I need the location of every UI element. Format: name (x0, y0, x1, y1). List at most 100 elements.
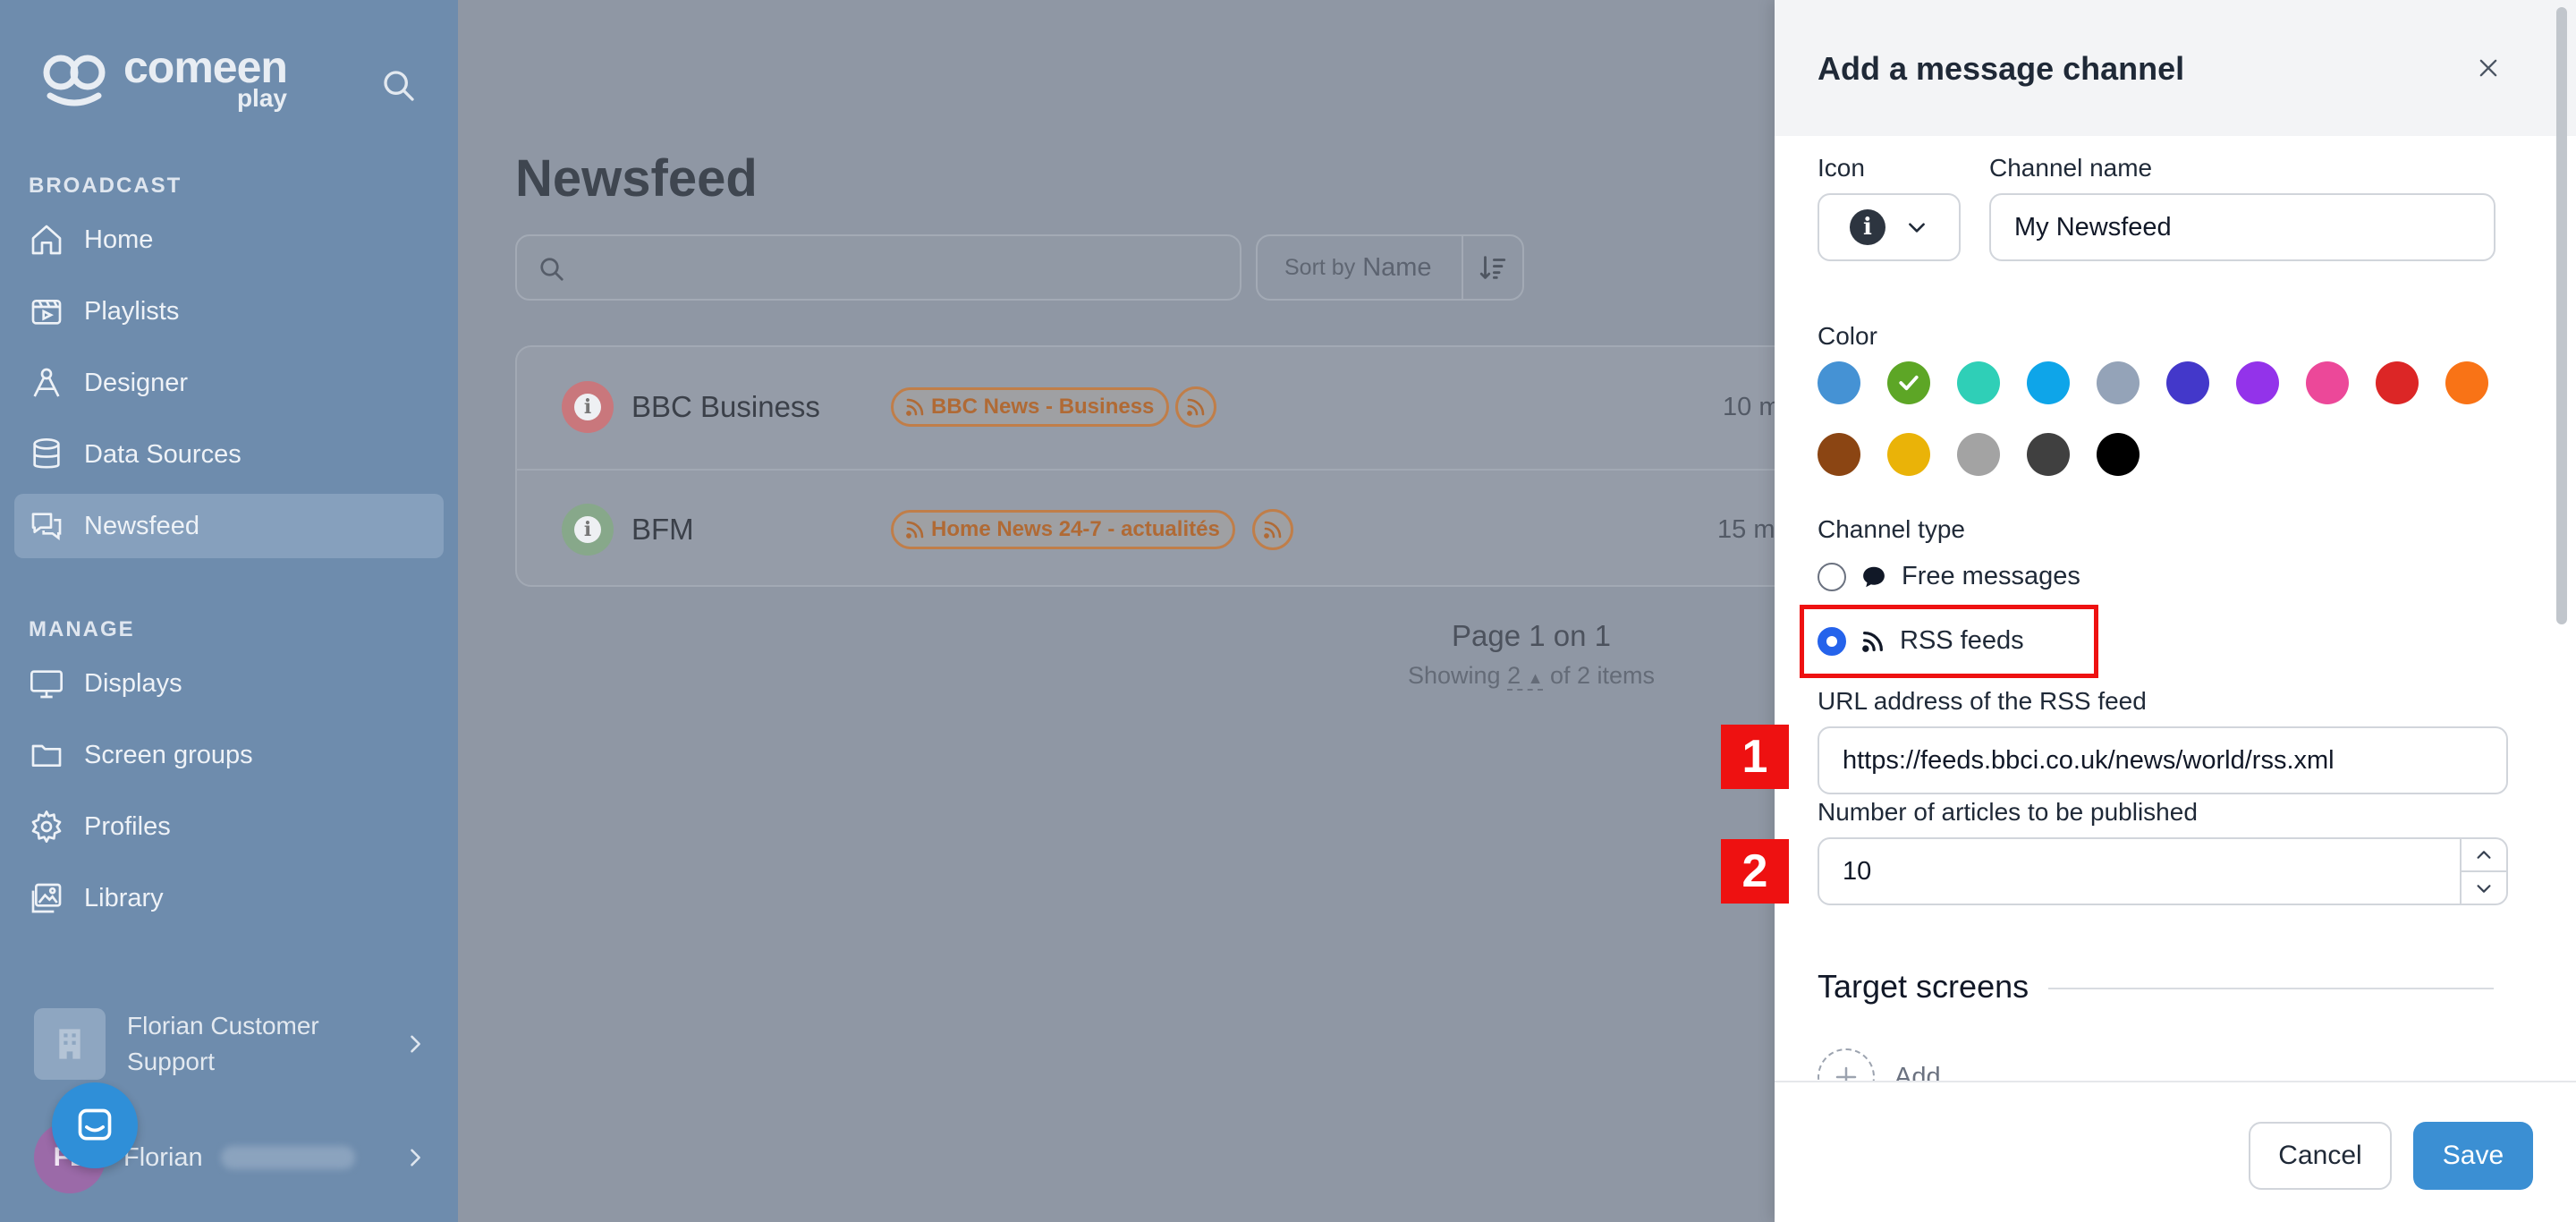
color-swatch[interactable] (2445, 361, 2488, 404)
newsfeed-icon (31, 513, 62, 540)
search-icon (540, 258, 564, 281)
gear-icon (31, 810, 62, 843)
color-palette (1818, 361, 2515, 476)
target-screens-title: Target screens (1818, 968, 2049, 1006)
color-swatch[interactable] (1818, 361, 1860, 404)
database-icon (33, 438, 60, 469)
rss-tag[interactable]: BBC News - Business (891, 387, 1170, 427)
channel-type-label: Channel type (1818, 515, 1966, 543)
icon-select[interactable]: i (1818, 193, 1961, 261)
sort-direction-button[interactable] (1462, 236, 1522, 299)
color-swatch[interactable] (2027, 361, 2070, 404)
support-chat-button[interactable] (52, 1082, 138, 1168)
sidebar-item-label: Screen groups (84, 740, 253, 769)
save-button[interactable]: Save (2413, 1122, 2533, 1190)
decrement-button[interactable] (2462, 870, 2506, 904)
home-icon (31, 225, 62, 255)
rss-tag-label: Home News 24-7 - actualités (931, 517, 1220, 541)
speech-bubble-icon (1863, 566, 1885, 587)
drawer-title: Add a message channel (1818, 50, 2185, 87)
articles-count-input[interactable]: 10 (1818, 837, 2508, 905)
drawer-scrollbar[interactable] (2556, 7, 2567, 624)
rss-source-badge (1175, 386, 1216, 428)
sidebar-item-profiles[interactable]: Profiles (14, 794, 444, 859)
rss-tag[interactable]: Home News 24-7 - actualités (891, 510, 1235, 549)
sort-by-label: Sort by (1284, 254, 1356, 280)
row-time: 10 m (1723, 392, 1781, 421)
color-swatch[interactable] (2376, 361, 2419, 404)
comeen-logo[interactable]: comeen play (43, 42, 288, 112)
items-count: Showing 2 ▲ of 2 items (1227, 662, 1835, 691)
rss-icon (1862, 631, 1883, 652)
sidebar-item-designer[interactable]: Designer (14, 351, 444, 415)
checkmark-icon (1899, 375, 1919, 391)
cancel-button[interactable]: Cancel (2249, 1122, 2392, 1190)
sidebar-item-label: Playlists (84, 296, 180, 326)
quantity-stepper (2460, 839, 2506, 904)
color-swatch[interactable] (1887, 433, 1930, 476)
chevron-down-icon (2477, 884, 2491, 893)
playlist-icon (31, 300, 62, 325)
add-channel-drawer: Add a message channel Icon Channel name … (1775, 0, 2576, 1222)
annotation-marker-2: 2 (1721, 839, 1789, 904)
sidebar-item-label: Displays (84, 668, 182, 698)
items-count-suffix: of 2 items (1549, 662, 1656, 689)
caret-up-icon: ▲ (1527, 669, 1544, 687)
sidebar-item-screen-groups[interactable]: Screen groups (14, 723, 444, 787)
rss-icon (906, 398, 924, 416)
search-icon[interactable] (381, 68, 417, 104)
color-swatch[interactable] (1957, 433, 2000, 476)
channel-type-free-option[interactable]: Free messages (1818, 562, 2080, 591)
chevron-up-icon (2477, 850, 2491, 859)
logo-text: comeen (123, 42, 288, 92)
color-swatch[interactable] (1887, 361, 1930, 404)
color-swatch[interactable] (2097, 361, 2140, 404)
color-label: Color (1818, 322, 1877, 350)
rss-feeds-radio[interactable] (1818, 626, 1846, 656)
row-name: BFM (631, 513, 694, 546)
logo-subtext: play (236, 84, 287, 112)
color-swatch[interactable] (2097, 433, 2140, 476)
sort-select[interactable]: Sort by Name (1256, 234, 1524, 301)
main-content: Newsfeed Sort by Name i BBC Business BBC… (458, 0, 1803, 1222)
sidebar-item-playlists[interactable]: Playlists (14, 279, 444, 344)
drawer-footer: Cancel Save (1775, 1081, 2576, 1222)
close-button[interactable] (2470, 50, 2506, 86)
icon-label: Icon (1818, 154, 1865, 182)
table-row[interactable]: i BFM Home News 24-7 - actualités 15 m (517, 469, 1801, 585)
sidebar-item-label: Library (84, 883, 164, 912)
free-messages-radio[interactable] (1818, 562, 1846, 591)
close-icon (2479, 59, 2497, 77)
color-swatch[interactable] (1957, 361, 2000, 404)
rss-source-badge (1252, 509, 1293, 550)
sidebar-item-library[interactable]: Library (14, 866, 444, 930)
sidebar-item-home[interactable]: Home (14, 208, 444, 272)
chat-icon (78, 1108, 112, 1141)
color-swatch[interactable] (2236, 361, 2279, 404)
color-swatch[interactable] (2166, 361, 2209, 404)
channel-name-input[interactable]: My Newsfeed (1989, 193, 2496, 261)
increment-button[interactable] (2462, 839, 2506, 870)
sidebar-item-newsfeed[interactable]: Newsfeed (14, 494, 444, 558)
organization-name: Florian Customer Support (127, 1012, 319, 1075)
sidebar-item-label: Home (84, 225, 154, 254)
color-swatch[interactable] (2027, 433, 2070, 476)
rss-icon (1264, 521, 1282, 539)
color-swatch[interactable] (1818, 433, 1860, 476)
search-input[interactable] (515, 234, 1241, 301)
table-row[interactable]: i BBC Business BBC News - Business 10 m (517, 347, 1801, 467)
newsfeed-list: i BBC Business BBC News - Business 10 m … (515, 345, 1803, 587)
row-time: 15 m (1717, 514, 1775, 544)
chevron-right-icon (411, 1035, 420, 1053)
organization-switcher[interactable]: Florian Customer Support (34, 1006, 428, 1082)
sidebar-item-data-sources[interactable]: Data Sources (14, 422, 444, 487)
rss-url-input[interactable]: https://feeds.bbci.co.uk/news/world/rss.… (1818, 726, 2508, 794)
channel-name-label: Channel name (1989, 154, 2153, 182)
color-swatch[interactable] (2306, 361, 2349, 404)
sidebar-item-label: Newsfeed (84, 511, 199, 540)
page-size-select[interactable]: 2 ▲ (1507, 662, 1544, 691)
channel-type-rss-option[interactable]: RSS feeds (1818, 626, 2024, 656)
chevron-down-icon (1909, 223, 1925, 233)
sidebar-item-displays[interactable]: Displays (14, 651, 444, 716)
rss-tag-label: BBC News - Business (931, 395, 1155, 419)
